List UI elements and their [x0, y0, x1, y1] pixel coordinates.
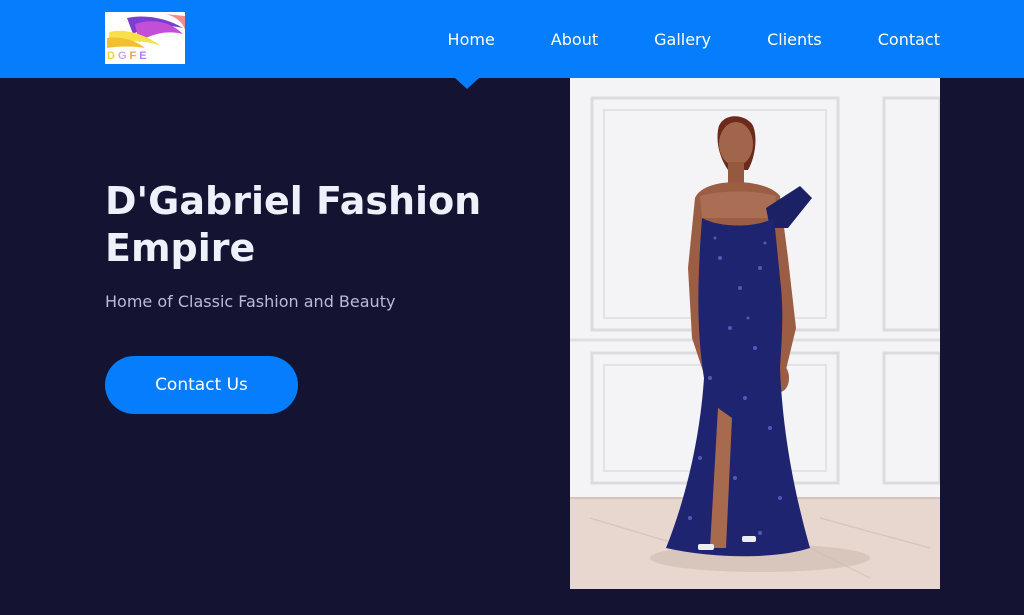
nav-item-about[interactable]: About: [551, 30, 598, 49]
hero-subtitle: Home of Classic Fashion and Beauty: [105, 292, 396, 311]
nav-item-home[interactable]: Home: [448, 30, 495, 49]
hero-title: D'Gabriel Fashion Empire: [105, 179, 482, 270]
nav-item-clients[interactable]: Clients: [767, 30, 822, 49]
nav-item-gallery[interactable]: Gallery: [654, 30, 711, 49]
nav-item-contact[interactable]: Contact: [878, 30, 940, 49]
model-photo-illustration: [570, 78, 940, 589]
active-nav-indicator: [455, 78, 479, 89]
brand-logo[interactable]: DGFE: [105, 12, 185, 64]
contact-us-button[interactable]: Contact Us: [105, 356, 298, 414]
logo-text: DGFE: [107, 50, 150, 62]
navbar: DGFE Home About Gallery Clients Contact: [0, 0, 1024, 78]
nav-menu: Home About Gallery Clients Contact: [392, 0, 940, 78]
hero-model-photo: [570, 78, 940, 589]
page: DGFE Home About Gallery Clients Contact …: [0, 0, 1024, 615]
